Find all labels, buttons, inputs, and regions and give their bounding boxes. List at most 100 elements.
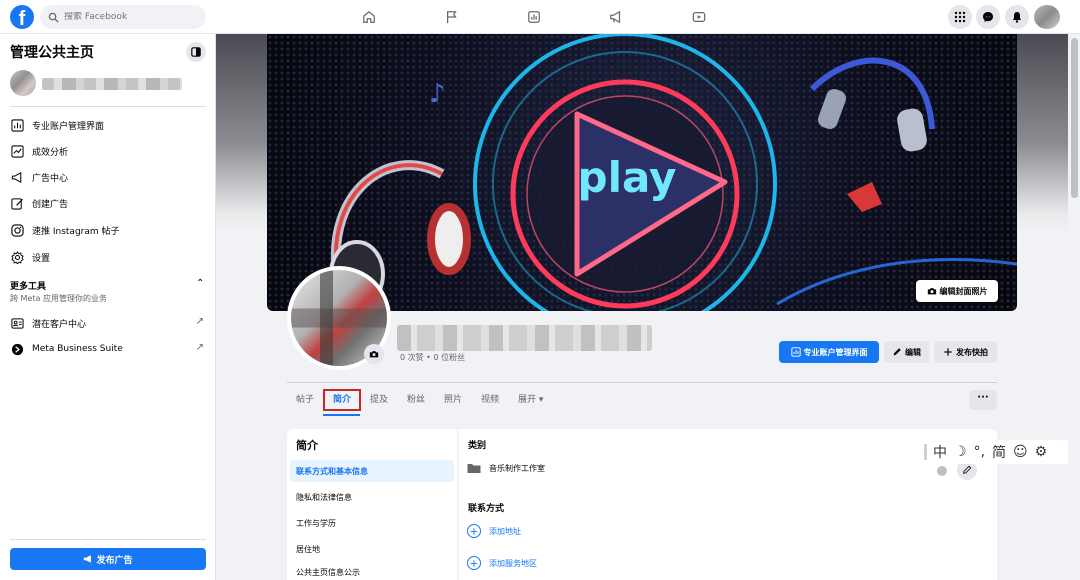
- globe-icon: [937, 466, 947, 476]
- ime-emoji-icon[interactable]: ☺: [1013, 444, 1028, 460]
- plus-circle-icon: +: [467, 524, 481, 538]
- tab-followers[interactable]: 粉丝: [407, 392, 425, 405]
- category-row: 音乐制作工作室: [467, 462, 545, 474]
- edit-page-label: 编辑: [905, 347, 921, 357]
- tab-more[interactable]: 展开 ▾: [518, 392, 543, 405]
- external-link-icon: ↗: [195, 316, 204, 327]
- page-profile-switcher[interactable]: [10, 70, 182, 98]
- create-story-button[interactable]: 发布快拍: [934, 341, 997, 363]
- add-address-link[interactable]: + 添加地址: [467, 524, 521, 538]
- sidebar-item-dashboard[interactable]: 专业账户管理界面: [10, 114, 206, 136]
- account-avatar[interactable]: [1034, 5, 1060, 29]
- page-avatar: [10, 70, 36, 96]
- page-like-follower-count: 0 次赞 • 0 位粉丝: [400, 353, 466, 362]
- sidebar-title: 管理公共主页: [10, 45, 94, 61]
- contact-title: 联系方式: [468, 504, 505, 514]
- svg-text:♪: ♪: [429, 79, 446, 109]
- sidebar-item-ad-center[interactable]: 广告中心: [10, 166, 206, 188]
- add-service-area-label: 添加服务地区: [489, 558, 537, 568]
- sidebar-item-settings[interactable]: 设置: [10, 246, 206, 268]
- cover-artwork: play ♪: [329, 34, 1017, 311]
- megaphone-icon: [10, 170, 24, 184]
- tab-highlight-annotation: [323, 389, 361, 411]
- insights-icon: [10, 144, 24, 158]
- ime-simplified-mode[interactable]: 简: [992, 442, 1006, 462]
- add-service-area-link[interactable]: + 添加服务地区: [467, 556, 537, 570]
- category-value: 音乐制作工作室: [489, 463, 545, 473]
- tab-videos[interactable]: 视频: [481, 392, 499, 405]
- more-options-button[interactable]: ···: [969, 390, 997, 410]
- ime-settings-icon[interactable]: ⚙: [1035, 444, 1048, 460]
- insights-icon[interactable]: [525, 8, 543, 26]
- bell-icon[interactable]: [1005, 5, 1029, 29]
- plus-circle-icon: +: [467, 556, 481, 570]
- camera-icon: [927, 288, 936, 295]
- dashboard-icon: [10, 118, 24, 132]
- active-tab-indicator: [323, 414, 360, 416]
- messenger-icon[interactable]: [976, 5, 1000, 29]
- page-name-redacted: [397, 325, 652, 351]
- sidebar-item-label: Meta Business Suite: [32, 344, 123, 354]
- add-address-label: 添加地址: [489, 526, 521, 536]
- sidebar-item-label: 专业账户管理界面: [32, 121, 105, 132]
- sidebar-item-label: 设置: [32, 253, 51, 264]
- page-name-redacted: [42, 78, 182, 90]
- search-icon: [48, 12, 59, 23]
- sidebar-item-boost-instagram[interactable]: 速推 Instagram 帖子: [10, 219, 206, 241]
- home-icon[interactable]: [360, 8, 378, 26]
- update-profile-picture-button[interactable]: [364, 344, 384, 364]
- pencil-icon: [963, 465, 972, 474]
- megaphone-icon[interactable]: [607, 8, 625, 26]
- edit-cover-photo-button[interactable]: 编辑封面照片: [916, 280, 998, 302]
- about-nav-work-education[interactable]: 工作与学历: [290, 512, 454, 534]
- sidebar-item-label: 速推 Instagram 帖子: [32, 226, 120, 237]
- about-nav-contact-basic-info[interactable]: 联系方式和基本信息: [290, 460, 454, 482]
- sidebar-item-label: 成效分析: [32, 147, 69, 158]
- dashboard-icon: [790, 347, 801, 357]
- about-nav-places-lived[interactable]: 居住地: [290, 538, 454, 560]
- camera-icon: [369, 351, 379, 358]
- leads-icon: [10, 316, 24, 330]
- ime-punctuation-icon[interactable]: °,: [974, 444, 985, 460]
- sidebar-item-create-ad[interactable]: 创建广告: [10, 192, 206, 214]
- more-tools-title: 更多工具: [10, 282, 47, 292]
- sidebar-item-meta-business-suite[interactable]: Meta Business Suite ↗: [10, 338, 206, 360]
- pencil-icon: [10, 196, 24, 210]
- ime-moon-icon[interactable]: ☽: [954, 444, 967, 460]
- edit-page-button[interactable]: 编辑: [884, 341, 929, 363]
- external-link-icon: ↗: [195, 342, 204, 353]
- sidebar-item-label: 创建广告: [32, 199, 69, 210]
- tab-mentions[interactable]: 提及: [370, 392, 388, 405]
- instagram-icon: [10, 223, 24, 237]
- facebook-logo[interactable]: f: [10, 5, 34, 29]
- video-icon[interactable]: [690, 8, 708, 26]
- ime-drag-handle[interactable]: [924, 444, 927, 460]
- ime-toolbar: 中 ☽ °, 简 ☺ ⚙: [922, 440, 1080, 464]
- grid-menu-icon[interactable]: [948, 5, 972, 29]
- collapse-sidebar-button[interactable]: [186, 42, 206, 62]
- tab-photos[interactable]: 照片: [444, 392, 462, 405]
- about-nav-page-transparency[interactable]: 公共主页信息公示: [290, 564, 454, 580]
- about-title: 简介: [296, 439, 318, 452]
- chevron-up-icon[interactable]: ⌃: [196, 278, 204, 289]
- about-nav-privacy-legal[interactable]: 隐私和法律信息: [290, 486, 454, 508]
- tab-posts[interactable]: 帖子: [296, 392, 314, 405]
- sidebar-item-leads-center[interactable]: 潜在客户中心 ↗: [10, 312, 206, 334]
- search-input[interactable]: [64, 12, 194, 22]
- meta-suite-icon: [10, 342, 24, 356]
- edit-cover-label: 编辑封面照片: [939, 286, 988, 296]
- flag-icon[interactable]: [443, 8, 461, 26]
- create-story-label: 发布快拍: [956, 347, 988, 357]
- search-box[interactable]: [40, 5, 206, 29]
- ime-chinese-mode[interactable]: 中: [933, 442, 947, 462]
- divider: [10, 539, 206, 540]
- more-tools-subtitle: 跨 Meta 应用管理你的业务: [10, 294, 107, 303]
- publish-ad-button[interactable]: 发布广告: [10, 548, 206, 570]
- scrollbar-thumb[interactable]: [1071, 38, 1078, 198]
- gear-icon: [10, 250, 24, 264]
- professional-dashboard-button[interactable]: 专业账户管理界面: [779, 341, 879, 363]
- cover-photo[interactable]: play ♪: [267, 34, 1017, 311]
- sidebar-item-insights[interactable]: 成效分析: [10, 140, 206, 162]
- divider: [10, 106, 206, 107]
- top-navigation-bar: f: [0, 0, 1080, 34]
